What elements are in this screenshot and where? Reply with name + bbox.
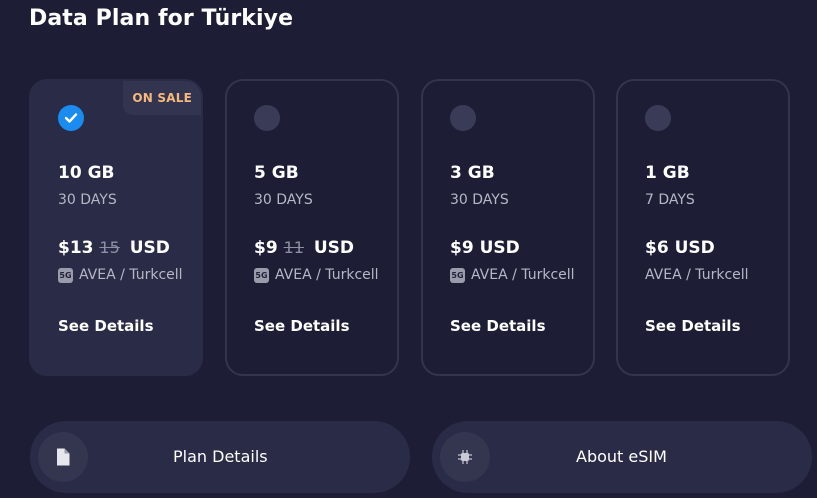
plan-duration: 7 DAYS	[645, 192, 695, 208]
plan-carrier: 5G AVEA / Turkcell	[450, 267, 580, 283]
5g-icon: 5G	[450, 267, 465, 283]
current-price: $9	[254, 238, 278, 258]
plan-card-1gb[interactable]: 1 GB 7 DAYS $6 USD AVEA / Turkcell See D…	[616, 79, 790, 376]
carrier-name: AVEA / Turkcell	[471, 267, 575, 283]
plan-data-amount: 1 GB	[645, 163, 690, 183]
current-price: $9	[450, 238, 474, 258]
document-icon	[38, 432, 88, 482]
old-price: 15	[99, 238, 120, 257]
5g-icon: 5G	[58, 267, 73, 283]
5g-icon: 5G	[254, 267, 269, 283]
see-details-link[interactable]: See Details	[645, 317, 741, 335]
price-currency: USD	[479, 238, 520, 258]
plan-data-amount: 3 GB	[450, 163, 495, 183]
plan-price: $6 USD	[645, 238, 715, 258]
plan-details-button[interactable]: Plan Details	[30, 421, 410, 493]
current-price: $13	[58, 238, 94, 258]
plan-carrier: 5G AVEA / Turkcell	[58, 267, 188, 283]
see-details-link[interactable]: See Details	[254, 317, 350, 335]
plan-duration: 30 DAYS	[58, 192, 117, 208]
page-title: Data Plan for Türkiye	[29, 6, 294, 31]
plan-radio[interactable]	[254, 105, 280, 131]
old-price: 11	[283, 238, 304, 257]
see-details-link[interactable]: See Details	[58, 317, 154, 335]
plan-carrier: 5G AVEA / Turkcell	[254, 267, 384, 283]
plan-card-3gb[interactable]: 3 GB 30 DAYS $9 USD 5G AVEA / Turkcell S…	[421, 79, 595, 376]
about-esim-button[interactable]: About eSIM	[432, 421, 812, 493]
plan-duration: 30 DAYS	[254, 192, 313, 208]
plan-price: $13 15 USD	[58, 238, 170, 258]
plan-price: $9 USD	[450, 238, 520, 258]
plan-radio-selected[interactable]	[58, 105, 84, 131]
checkmark-icon	[64, 113, 78, 123]
plan-carrier: AVEA / Turkcell	[645, 267, 775, 283]
carrier-name: AVEA / Turkcell	[79, 267, 183, 283]
plan-card-5gb[interactable]: 5 GB 30 DAYS $9 11 USD 5G AVEA / Turkcel…	[225, 79, 399, 376]
about-esim-label: About eSIM	[576, 447, 667, 466]
price-currency: USD	[313, 238, 355, 258]
plan-data-amount: 10 GB	[58, 163, 115, 183]
plan-details-label: Plan Details	[173, 447, 268, 466]
plan-duration: 30 DAYS	[450, 192, 509, 208]
chip-icon	[440, 432, 490, 482]
carrier-name: AVEA / Turkcell	[645, 267, 749, 283]
plan-radio[interactable]	[450, 105, 476, 131]
price-currency: USD	[129, 238, 170, 258]
plan-radio[interactable]	[645, 105, 671, 131]
plan-data-amount: 5 GB	[254, 163, 299, 183]
sale-badge: ON SALE	[123, 81, 201, 115]
plan-card-10gb[interactable]: ON SALE 10 GB 30 DAYS $13 15 USD 5G AVEA…	[29, 79, 203, 376]
price-currency: USD	[674, 238, 715, 258]
plan-price: $9 11 USD	[254, 238, 354, 258]
current-price: $6	[645, 238, 669, 258]
see-details-link[interactable]: See Details	[450, 317, 546, 335]
carrier-name: AVEA / Turkcell	[275, 267, 379, 283]
